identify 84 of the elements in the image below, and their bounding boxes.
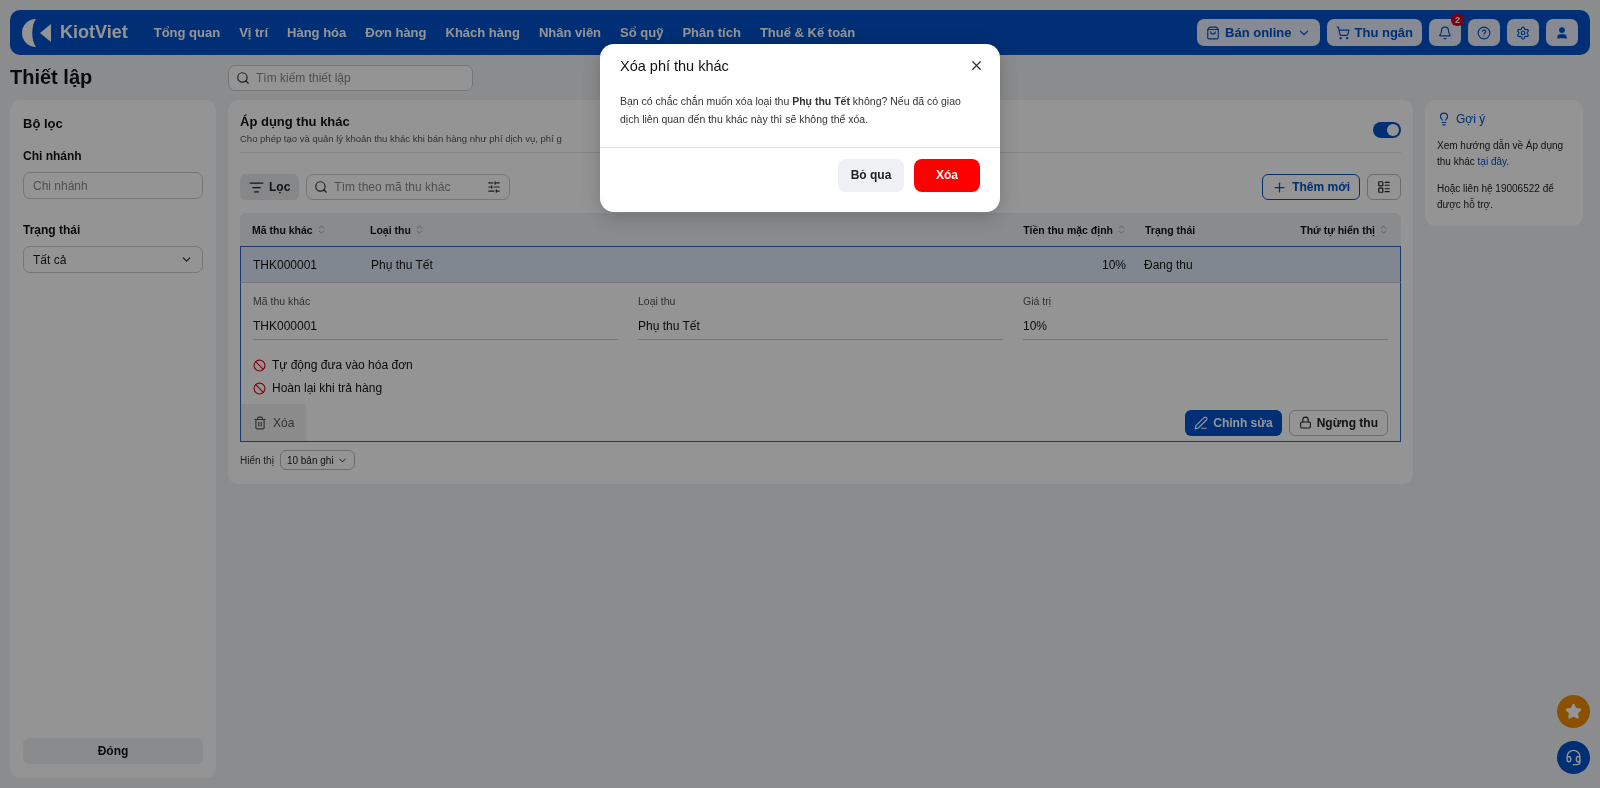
online-sales-button[interactable]: Bán online [1197,19,1320,46]
plus-icon [1272,179,1288,195]
page-title: Thiết lập [10,66,94,89]
field-label: Loại thu [638,295,677,307]
table-cell: 10% [1101,257,1126,272]
pen-icon [1194,415,1209,430]
table-cell: Phụ thu Tết [371,257,433,272]
column-header[interactable]: Loại thu [370,223,411,236]
toggle-switch[interactable] [1373,122,1401,138]
field-label: Giá trị [1023,295,1052,307]
page-size-select[interactable]: 10 bản ghi [279,450,355,470]
code-search-field[interactable]: Tìm theo mã thu khác [306,174,511,200]
search-icon [236,70,250,85]
field-value: Phụ thu Tết [638,319,701,333]
table-cell: THK000001 [253,257,318,272]
filter-label: Chi nhánh [23,149,83,163]
panel-title: Bộ lọc [23,116,64,131]
support-button[interactable] [1557,741,1590,774]
edit-button[interactable]: Chỉnh sửa [1185,409,1282,436]
nav-link[interactable]: Hàng hóa [287,25,347,40]
add-new-button[interactable]: Thêm mới [1262,174,1360,200]
column-header[interactable]: Thứ tự hiển thị [1300,223,1375,236]
nav-link[interactable]: Tổng quan [153,25,221,40]
help-icon [1477,25,1491,40]
contact-text: Hoặc liên hệ 19006522 để được hỗ trợ. [1437,182,1555,212]
help-button[interactable] [1468,19,1500,46]
branch-field[interactable]: Chi nhánh [23,172,203,199]
settings-search-field[interactable]: Tìm kiếm thiết lập [228,64,473,91]
close-button[interactable]: Đóng [23,738,203,764]
bell-icon [1438,25,1452,40]
list-layout-icon [1377,180,1391,194]
hint-text: Xem hướng dẫn về Áp dụng thu khác tại đây. [1437,138,1565,169]
dialog-message: Bạn có chắc chắn muốn xóa loại thu Phụ thu Tết không? Nếu đã có giao dịch liên quan đến thu khác này thì sẽ không thể xóa. [600,75,1000,148]
status-select[interactable]: Tất cả [23,246,203,273]
section-description: Cho phép tạo và quản lý khoản thu khác khi bán hàng như phí dịch vụ, phí g [240,133,562,144]
stop-button[interactable]: Ngừng thu [1288,409,1388,436]
filter-icon [249,179,264,195]
user-icon [1555,25,1569,40]
notifications-button[interactable] [1429,19,1461,46]
section-title: Áp dụng thu khác [240,114,351,129]
close-icon [969,58,984,73]
nav-link[interactable]: Thuế & Kế toán [759,25,856,40]
settings-button[interactable] [1507,19,1539,46]
notification-badge: 2 [1451,14,1464,26]
cart-icon [1335,25,1350,40]
headset-icon [1565,749,1582,766]
logo-icon [22,18,52,47]
delete-button[interactable]: Xóa [241,404,307,441]
nav-link[interactable]: Vị trí [239,25,269,40]
confirm-delete-button[interactable]: Xóa [914,158,980,192]
page-size-label: Hiển thị [240,454,274,466]
avatar-button[interactable] [1546,19,1578,46]
sliders-icon[interactable] [487,180,502,194]
star-icon [1565,703,1582,720]
dialog-title: Xóa phí thu khác [620,57,729,74]
table-cell: Đang thu [1144,257,1193,272]
field-value: THK000001 [253,319,319,333]
shopping-bag-icon [1206,25,1221,40]
cancel-button[interactable]: Bỏ qua [838,158,904,192]
field-label: Mã thu khác [253,295,312,307]
settings-icon [1516,25,1530,40]
column-header[interactable]: Trạng thái [1145,223,1196,236]
table-row[interactable]: THK000001 Phụ thu Tết 10% Đang thu [240,246,1401,283]
brand-name: KiotViet [60,22,128,43]
cashier-button[interactable]: Thu ngân [1326,19,1422,46]
filter-button[interactable]: Lọc [240,174,300,200]
trash-icon [253,415,267,430]
nav-link[interactable]: Đơn hàng [365,25,427,40]
column-layout-button[interactable] [1367,174,1401,200]
nav-link[interactable]: Khách hàng [445,25,520,40]
favorites-button[interactable] [1557,695,1590,728]
filter-label: Trạng thái [23,223,82,237]
column-header[interactable]: Tiền thu mặc định [1023,223,1113,236]
option-label: Hoàn lại khi trả hàng [272,381,383,395]
lightbulb-icon [1437,112,1451,126]
option-label: Tự động đưa vào hóa đơn [272,358,413,372]
lock-icon [1298,416,1312,429]
column-header[interactable]: Mã thu khác [252,223,313,236]
field-value: 10% [1023,319,1049,333]
nav-link[interactable]: Sổ quỹ [620,25,664,40]
hint-title: Gợi ý [1456,112,1486,126]
nav-link[interactable]: Nhân viên [538,25,602,40]
search-icon [314,180,329,194]
nav-link[interactable]: Phân tích [682,25,741,40]
